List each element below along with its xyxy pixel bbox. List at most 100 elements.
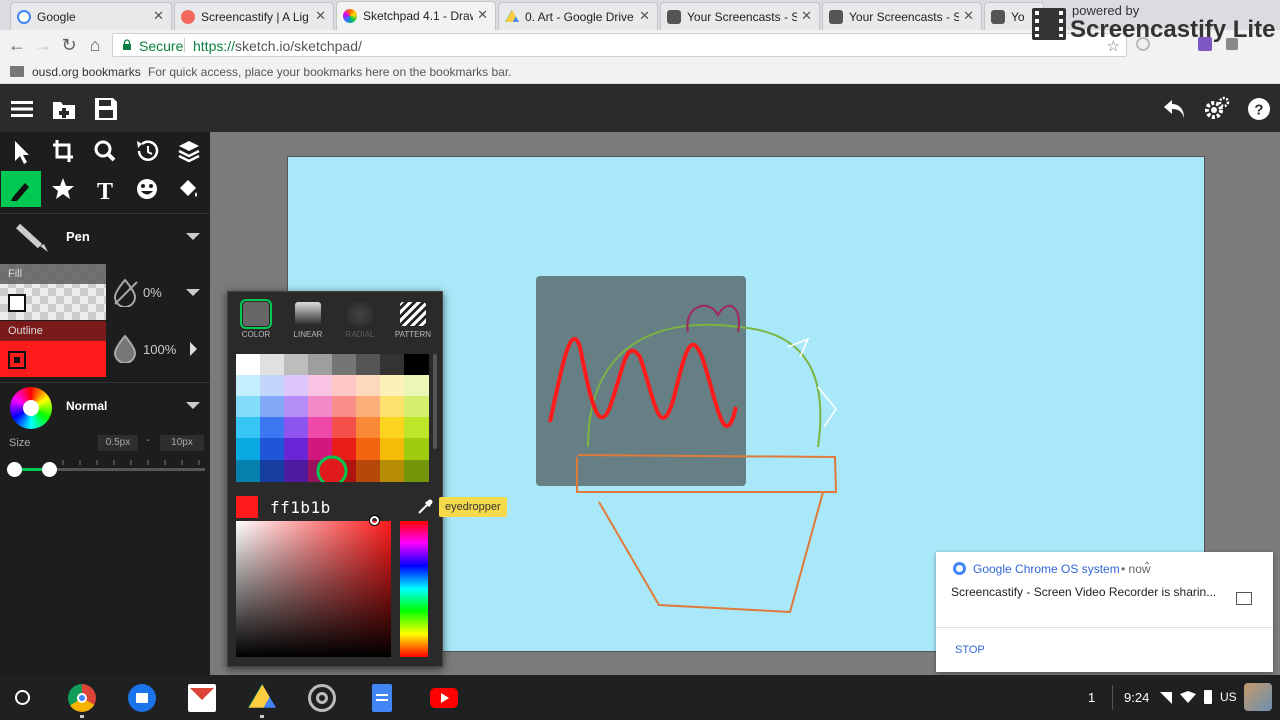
outline-square-icon <box>8 351 26 369</box>
chevron-right-icon[interactable] <box>190 342 197 356</box>
reload-icon[interactable]: ↻ <box>58 34 80 56</box>
close-tab-icon[interactable]: ✕ <box>639 8 650 24</box>
close-tab-icon[interactable]: ✕ <box>801 8 812 24</box>
notification-count[interactable]: 1 <box>1088 690 1095 705</box>
google-favicon-icon <box>17 10 31 24</box>
undo-icon[interactable] <box>1162 96 1188 122</box>
swatch-scrollbar[interactable] <box>433 354 437 449</box>
size-min-handle[interactable] <box>7 462 22 477</box>
chevron-down-icon[interactable] <box>186 233 200 240</box>
menu-icon[interactable] <box>9 96 35 122</box>
color-swatch-grid[interactable] <box>236 354 429 482</box>
layers-icon[interactable] <box>169 133 209 169</box>
outline-opacity-value[interactable]: 100% <box>143 342 176 357</box>
size-max-handle[interactable] <box>42 462 57 477</box>
picker-type-color[interactable]: COLOR <box>232 299 280 339</box>
chevron-down-icon[interactable] <box>186 402 200 409</box>
picker-type-linear[interactable]: LINEAR <box>284 302 332 339</box>
bookmark-folder[interactable]: ousd.org bookmarks <box>32 65 141 79</box>
history-icon[interactable] <box>127 133 167 169</box>
tab-your-screencasts-1[interactable]: Your Screencasts - Sc ✕ <box>660 2 820 30</box>
tab-title: Your Screencasts - Sc <box>849 10 959 24</box>
brush-selector[interactable]: Pen <box>0 213 210 259</box>
close-tab-icon[interactable]: ✕ <box>153 8 164 24</box>
spine-stroke <box>787 337 810 358</box>
current-color-chip <box>236 496 258 518</box>
size-max-input[interactable]: 10px <box>160 435 204 451</box>
address-bar[interactable]: Secure https://sketch.io/sketchpad/ ☆ <box>112 33 1127 57</box>
svg-text:T: T <box>97 179 113 205</box>
saturation-value-area[interactable] <box>236 516 391 657</box>
docs-icon[interactable] <box>372 684 392 712</box>
screencastify-icon[interactable] <box>308 684 336 712</box>
drive-icon[interactable] <box>248 684 276 708</box>
chevron-down-icon[interactable] <box>186 289 200 296</box>
tab-sketchpad[interactable]: Sketchpad 4.1 - Draw ✕ <box>336 1 496 30</box>
eyedropper-tooltip: eyedropper <box>439 497 507 517</box>
fill-bucket-icon[interactable] <box>169 171 209 207</box>
files-icon[interactable] <box>128 684 156 712</box>
home-icon[interactable]: ⌂ <box>84 34 106 56</box>
pointer-icon[interactable] <box>1 133 41 169</box>
forward-icon[interactable]: → <box>32 34 54 56</box>
launcher-icon[interactable] <box>15 690 30 705</box>
film-favicon-icon <box>991 10 1005 24</box>
eyedropper-icon[interactable] <box>416 498 434 516</box>
cast-screen-icon <box>1236 592 1252 605</box>
zoom-icon[interactable] <box>85 133 125 169</box>
shelf-divider <box>1112 685 1113 710</box>
fill-swatch[interactable]: Fill <box>0 264 106 320</box>
drive-favicon-icon <box>505 10 519 22</box>
input-locale[interactable]: US <box>1220 690 1237 704</box>
emoji-icon[interactable] <box>127 171 167 207</box>
settings-icon[interactable] <box>1204 96 1230 122</box>
battery-icon[interactable] <box>1204 690 1212 704</box>
youtube-icon[interactable] <box>430 688 458 708</box>
crop-icon[interactable] <box>43 133 83 169</box>
apps-icon[interactable] <box>10 66 24 77</box>
fill-label: Fill <box>8 268 23 280</box>
opacity-drop-icon <box>113 334 137 363</box>
sv-handle[interactable] <box>370 516 379 525</box>
size-min-input[interactable]: 0.5px <box>98 435 138 451</box>
hex-row: ff1b1b <box>236 496 436 518</box>
pen-icon[interactable] <box>1 171 41 207</box>
chrome-os-icon <box>953 562 966 575</box>
close-tab-icon[interactable]: ✕ <box>963 8 974 24</box>
clock[interactable]: 9:24 <box>1124 690 1149 705</box>
fill-opacity-value[interactable]: 0% <box>143 285 162 300</box>
picker-type-radial[interactable]: RADIAL <box>336 302 384 339</box>
help-icon[interactable]: ? <box>1246 96 1272 122</box>
star-icon[interactable] <box>43 171 83 207</box>
signal-icon[interactable] <box>1160 692 1172 704</box>
notification-message: Screencastify - Screen Video Recorder is… <box>951 585 1217 599</box>
tab-title: Yo <box>1011 10 1025 24</box>
wifi-icon[interactable] <box>1180 691 1196 703</box>
close-tab-icon[interactable]: ✕ <box>315 8 326 24</box>
picker-type-pattern[interactable]: PATTERN <box>389 302 437 339</box>
tab-google[interactable]: Google ✕ <box>10 2 172 30</box>
hue-slider[interactable] <box>400 521 428 657</box>
user-avatar[interactable] <box>1244 683 1272 711</box>
hex-input[interactable]: ff1b1b <box>270 498 331 517</box>
stop-button[interactable]: STOP <box>955 644 985 656</box>
chrome-icon[interactable] <box>68 684 96 712</box>
outline-swatch[interactable]: Outline <box>0 321 106 377</box>
tab-screencastify[interactable]: Screencastify | A Lig ✕ <box>174 2 334 30</box>
open-file-icon[interactable] <box>51 96 77 122</box>
back-icon[interactable]: ← <box>6 34 28 56</box>
fill-square-icon <box>8 294 26 312</box>
radial-gradient-icon <box>347 302 373 326</box>
chevron-up-icon[interactable]: ⌃ <box>1143 561 1151 572</box>
text-icon[interactable]: T <box>85 171 125 207</box>
gmail-icon[interactable] <box>188 684 216 712</box>
save-icon[interactable] <box>93 96 119 122</box>
close-tab-icon[interactable]: ✕ <box>477 7 488 23</box>
tab-google-drive[interactable]: 0. Art - Google Drive ✕ <box>498 2 658 30</box>
secure-label: Secure <box>139 38 184 54</box>
tab-your-screencasts-2[interactable]: Your Screencasts - Sc ✕ <box>822 2 982 30</box>
color-wheel-icon <box>10 387 52 429</box>
bookmarks-hint: For quick access, place your bookmarks h… <box>148 65 512 79</box>
tab-title: 0. Art - Google Drive <box>525 10 634 24</box>
blend-mode-selector[interactable]: Normal <box>0 382 210 429</box>
